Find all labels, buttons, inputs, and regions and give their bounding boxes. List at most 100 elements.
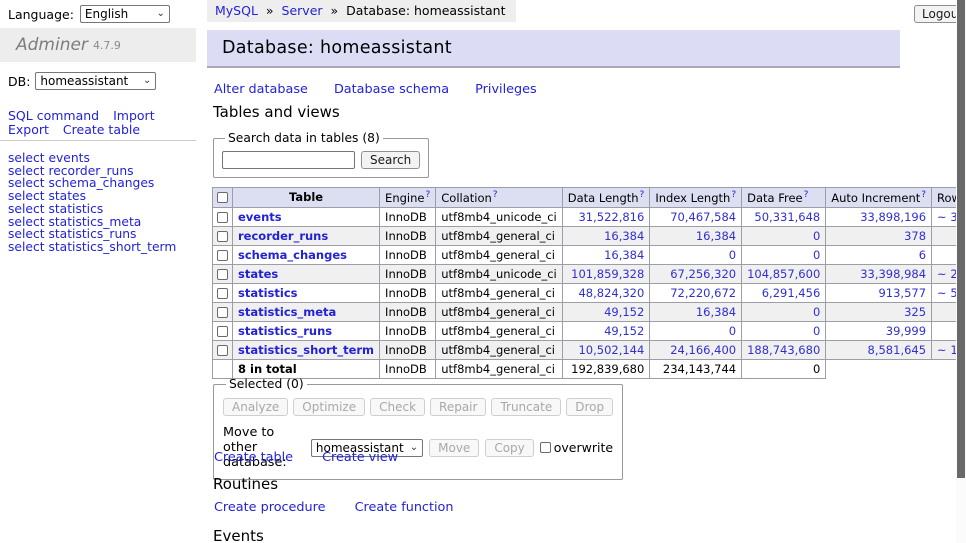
sidebar-link-create-table[interactable]: Create table — [63, 122, 140, 137]
create-view-link[interactable]: Create view — [322, 450, 398, 465]
table-link[interactable]: statistics_meta — [238, 305, 336, 319]
tables-overview-table: Table Engine? Collation? Data Length? In… — [212, 187, 966, 379]
table-link[interactable]: schema_changes — [238, 248, 347, 262]
collation-cell: utf8mb4_general_ci — [436, 283, 563, 302]
breadcrumb-link-server[interactable]: Server — [282, 3, 323, 18]
help-link-icon[interactable]: ? — [493, 190, 498, 200]
vertical-scrollbar[interactable] — [956, 0, 966, 543]
sidebar-link-sql-command[interactable]: SQL command — [8, 108, 99, 123]
analyze-button[interactable]: Analyze — [223, 398, 288, 416]
data-free-link[interactable]: 0 — [813, 229, 820, 243]
help-link-icon[interactable]: ? — [921, 190, 926, 200]
table-link[interactable]: events — [238, 210, 282, 224]
index-length-link[interactable]: 67,256,320 — [670, 267, 736, 281]
breadcrumb-separator: » — [331, 3, 339, 18]
drop-button[interactable]: Drop — [566, 398, 613, 416]
auto-increment-link[interactable]: 39,999 — [886, 324, 926, 338]
help-link-icon[interactable]: ? — [731, 190, 736, 200]
breadcrumb-link-mysql[interactable]: MySQL — [215, 3, 258, 18]
alter-database-link[interactable]: Alter database — [214, 82, 308, 97]
table-link[interactable]: statistics_short_term — [238, 343, 374, 357]
repair-button[interactable]: Repair — [430, 398, 486, 416]
help-link-icon[interactable]: ? — [804, 190, 809, 200]
data-free-link[interactable]: 6,291,456 — [762, 286, 821, 300]
table-link[interactable]: statistics_runs — [238, 324, 332, 338]
index-length-link[interactable]: 16,384 — [696, 229, 736, 243]
data-free-link[interactable]: 188,743,680 — [747, 343, 820, 357]
breadcrumb-current: Database: homeassistant — [346, 3, 505, 18]
search-button[interactable]: Search — [361, 151, 420, 169]
database-schema-link[interactable]: Database schema — [334, 82, 449, 97]
data-length-link[interactable]: 10,502,144 — [578, 343, 644, 357]
data-free-link[interactable]: 0 — [813, 305, 820, 319]
db-select[interactable]: homeassistant ⌄ — [35, 72, 156, 90]
auto-increment-link[interactable]: 33,898,196 — [860, 210, 926, 224]
create-procedure-link[interactable]: Create procedure — [214, 500, 326, 515]
data-length-link[interactable]: 31,522,816 — [578, 210, 644, 224]
check-button[interactable]: Check — [370, 398, 425, 416]
row-checkbox[interactable] — [217, 288, 228, 299]
privileges-link[interactable]: Privileges — [475, 82, 537, 97]
column-header-data-free: Data Free? — [742, 188, 826, 208]
index-length-link[interactable]: 16,384 — [696, 305, 736, 319]
help-link-icon[interactable]: ? — [425, 190, 430, 200]
row-checkbox[interactable] — [217, 307, 228, 318]
row-checkbox[interactable] — [217, 345, 228, 356]
auto-increment-link[interactable]: 378 — [904, 229, 926, 243]
auto-increment-link[interactable]: 33,398,984 — [860, 267, 926, 281]
data-free-link[interactable]: 104,857,600 — [747, 267, 820, 281]
sidebar-link-export[interactable]: Export — [8, 122, 49, 137]
total-data-free: 0 — [742, 359, 826, 378]
move-button[interactable]: Move — [429, 439, 479, 457]
sidebar-link-import[interactable]: Import — [113, 108, 155, 123]
auto-increment-link[interactable]: 6 — [919, 248, 926, 262]
create-table-link[interactable]: Create table — [214, 450, 293, 465]
row-checkbox[interactable] — [217, 269, 228, 280]
help-link-icon[interactable]: ? — [640, 190, 645, 200]
data-length-link[interactable]: 49,152 — [604, 324, 644, 338]
copy-button[interactable]: Copy — [485, 439, 533, 457]
auto-increment-link[interactable]: 913,577 — [878, 286, 926, 300]
index-length-link[interactable]: 0 — [729, 248, 736, 262]
sidebar-item-select-states[interactable]: select states — [8, 190, 176, 203]
data-length-link[interactable]: 16,384 — [604, 229, 644, 243]
create-function-link[interactable]: Create function — [355, 500, 454, 515]
data-length-link[interactable]: 48,824,320 — [578, 286, 644, 300]
row-checkbox[interactable] — [217, 326, 228, 337]
row-checkbox[interactable] — [217, 212, 228, 223]
data-free-link[interactable]: 0 — [813, 248, 820, 262]
total-data-length: 192,839,680 — [562, 359, 650, 378]
app-logo[interactable]: Adminer — [16, 35, 88, 55]
truncate-button[interactable]: Truncate — [491, 398, 561, 416]
auto-increment-link[interactable]: 325 — [904, 305, 926, 319]
data-free-link[interactable]: 0 — [813, 324, 820, 338]
auto-increment-link[interactable]: 8,581,645 — [868, 343, 927, 357]
table-link[interactable]: states — [238, 267, 278, 281]
row-checkbox[interactable] — [217, 250, 228, 261]
table-row-statistics-meta: statistics_meta InnoDB utf8mb4_general_c… — [213, 302, 966, 321]
language-select[interactable]: English ⌄ — [80, 5, 170, 23]
sidebar-item-select-events[interactable]: select events — [8, 152, 176, 165]
index-length-link[interactable]: 70,467,584 — [670, 210, 736, 224]
data-length-link[interactable]: 101,859,328 — [571, 267, 644, 281]
table-link[interactable]: recorder_runs — [238, 229, 328, 243]
brand-band: Adminer 4.7.9 — [0, 28, 196, 62]
index-length-link[interactable]: 72,220,672 — [670, 286, 736, 300]
sidebar-item-select-statistics[interactable]: select statistics — [8, 203, 176, 216]
engine-cell: InnoDB — [380, 226, 436, 245]
collation-cell: utf8mb4_general_ci — [436, 359, 563, 378]
search-legend: Search data in tables (8) — [225, 131, 383, 145]
table-link[interactable]: statistics — [238, 286, 298, 300]
select-all-checkbox[interactable] — [217, 192, 228, 203]
sidebar-item-select-statistics-short-term[interactable]: select statistics_short_term — [8, 241, 176, 254]
overwrite-checkbox[interactable] — [540, 442, 551, 453]
optimize-button[interactable]: Optimize — [293, 398, 365, 416]
data-free-link[interactable]: 50,331,648 — [754, 210, 820, 224]
data-length-link[interactable]: 16,384 — [604, 248, 644, 262]
index-length-link[interactable]: 0 — [729, 324, 736, 338]
scrollbar-thumb[interactable] — [957, 0, 965, 478]
row-checkbox[interactable] — [217, 231, 228, 242]
index-length-link[interactable]: 24,166,400 — [670, 343, 736, 357]
search-input[interactable] — [222, 151, 355, 169]
data-length-link[interactable]: 49,152 — [604, 305, 644, 319]
